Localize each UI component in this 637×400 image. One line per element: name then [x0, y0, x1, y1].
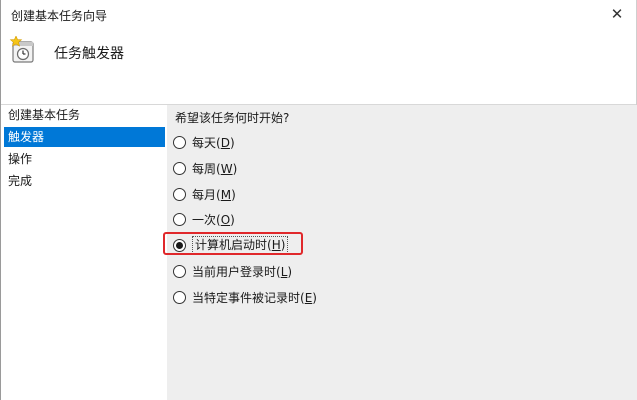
step-trigger[interactable]: 触发器 [4, 127, 165, 147]
step-action[interactable]: 操作 [4, 149, 165, 169]
window-title: 创建基本任务向导 [11, 9, 108, 23]
option-once[interactable]: 一次(O) [173, 209, 235, 229]
trigger-panel: 希望该任务何时开始? 每天(D) 每周(W) 每月(M) 一次(O) 计算机启动… [167, 105, 637, 400]
radio-on-event[interactable] [173, 290, 186, 304]
option-on-event[interactable]: 当特定事件被记录时(E) [173, 287, 317, 307]
radio-at-logon[interactable] [173, 264, 186, 278]
radio-monthly[interactable] [173, 187, 186, 201]
option-at-logon[interactable]: 当前用户登录时(L) [173, 261, 292, 281]
wizard-header: 任务触发器 [1, 30, 636, 104]
radio-daily[interactable] [173, 135, 186, 149]
step-create-basic-task[interactable]: 创建基本任务 [4, 105, 165, 125]
radio-weekly[interactable] [173, 161, 186, 175]
option-daily[interactable]: 每天(D) [173, 132, 235, 152]
title-bar: 创建基本任务向导 ✕ [1, 0, 636, 30]
task-clock-icon [9, 36, 34, 63]
page-heading: 任务触发器 [54, 46, 124, 62]
trigger-question: 希望该任务何时开始? [175, 111, 290, 125]
option-monthly[interactable]: 每月(M) [173, 184, 236, 204]
wizard-window: 创建基本任务向导 ✕ 任务触发器 创建基本任务 触发器 操作 完成 希望该任务何… [0, 0, 637, 400]
radio-at-startup[interactable] [173, 238, 186, 252]
close-icon[interactable]: ✕ [606, 3, 628, 25]
step-finish[interactable]: 完成 [4, 171, 165, 191]
radio-once[interactable] [173, 212, 186, 226]
option-at-startup[interactable]: 计算机启动时(H) [173, 235, 289, 255]
wizard-steps: 创建基本任务 触发器 操作 完成 [1, 105, 167, 400]
option-weekly[interactable]: 每周(W) [173, 158, 237, 178]
